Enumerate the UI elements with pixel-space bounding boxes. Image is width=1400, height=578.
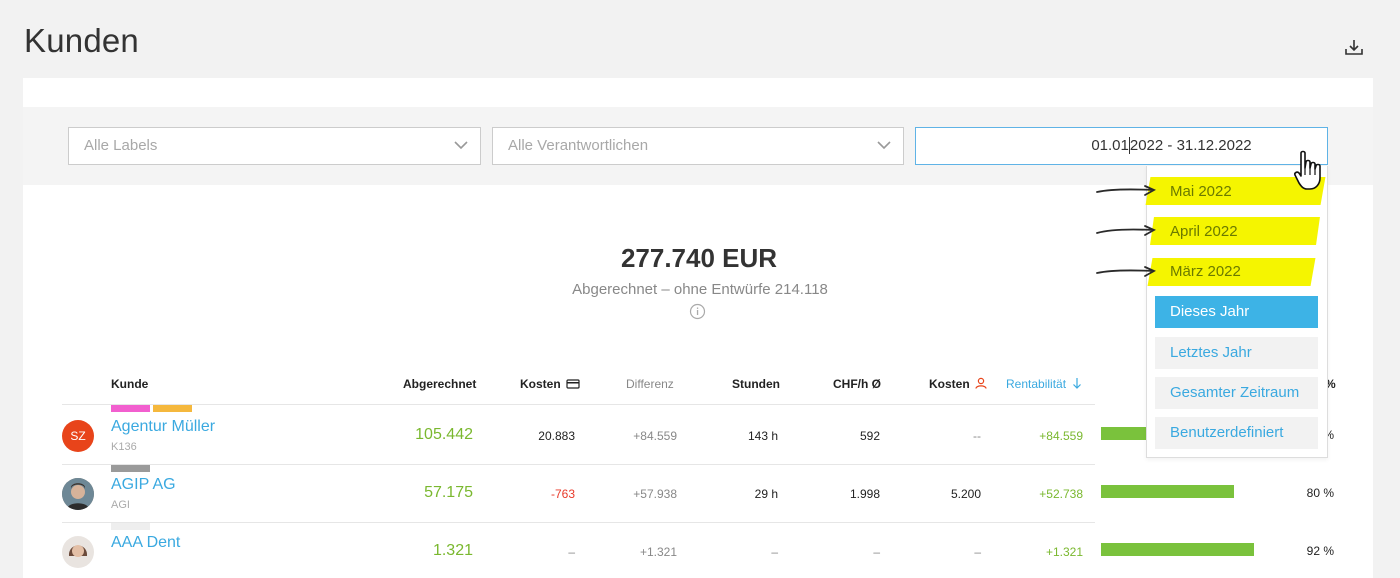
divider xyxy=(62,522,1095,523)
differenz-value: +1.321 xyxy=(639,545,677,559)
pointer-hand-icon xyxy=(1294,150,1321,190)
customer-code: K136 xyxy=(111,441,137,453)
kosten-person-value: 5.200 xyxy=(950,487,981,501)
rentabilitaet-value: +1.321 xyxy=(1045,545,1083,559)
label-tag xyxy=(111,523,150,530)
dropdown-item-benutzerdefiniert[interactable]: Benutzerdefiniert xyxy=(1155,417,1318,449)
kosten-person-value: -- xyxy=(973,429,981,443)
chf-h-value: 1.998 xyxy=(849,487,880,501)
chevron-down-icon xyxy=(877,141,891,150)
card-icon xyxy=(566,379,580,389)
avatar xyxy=(62,536,94,568)
stunden-value: 29 h xyxy=(754,487,778,501)
label-tag xyxy=(111,405,150,412)
date-range-start: 01.01 xyxy=(1091,137,1129,154)
col-header-kosten-label: Kosten xyxy=(520,377,561,391)
abgerechnet-value: 1.321 xyxy=(432,542,473,559)
col-header-chf-h[interactable]: CHF/h Ø xyxy=(833,377,881,391)
rentabilitaet-value: +84.559 xyxy=(1039,429,1083,443)
col-header-differenz[interactable]: Differenz xyxy=(626,377,674,391)
prozent-value: 80 % xyxy=(1306,486,1334,500)
kosten-value: -763 xyxy=(550,487,575,501)
kosten-value: – xyxy=(568,545,575,559)
labels-select-placeholder: Alle Labels xyxy=(84,137,158,154)
customer-code: AGI xyxy=(111,499,130,511)
chf-h-value: – xyxy=(873,545,880,559)
col-header-kosten-person[interactable]: Kosten xyxy=(929,377,987,391)
rentabilitaet-bar xyxy=(1101,543,1254,556)
arrow-annotation-icon xyxy=(1096,185,1156,196)
owner-select-placeholder: Alle Verantwortlichen xyxy=(508,137,649,154)
dropdown-item-maerz-2022[interactable]: März 2022 xyxy=(1155,256,1318,288)
page-title: Kunden xyxy=(24,22,139,59)
person-icon xyxy=(975,377,987,389)
col-header-stunden[interactable]: Stunden xyxy=(732,377,780,391)
date-range-input[interactable]: 01.012022 - 31.12.2022 xyxy=(915,127,1328,165)
sort-down-icon xyxy=(1073,378,1082,389)
col-header-rentabilitaet[interactable]: Rentabilität xyxy=(1006,377,1082,391)
customer-name[interactable]: AAA Dent xyxy=(111,534,180,552)
avatar xyxy=(62,478,94,510)
arrow-annotation-icon xyxy=(1096,266,1156,277)
arrow-annotation-icon xyxy=(1096,225,1156,236)
prozent-value: 92 % xyxy=(1306,544,1334,558)
stunden-value: 143 h xyxy=(747,429,778,443)
chevron-down-icon xyxy=(454,141,468,150)
kosten-value: 20.883 xyxy=(538,429,575,443)
labels-select[interactable]: Alle Labels xyxy=(68,127,481,165)
customer-name[interactable]: AGIP AG xyxy=(111,476,176,494)
col-header-kunde[interactable]: Kunde xyxy=(111,377,148,391)
dropdown-item-gesamter-zeitraum[interactable]: Gesamter Zeitraum xyxy=(1155,377,1318,409)
stunden-value: – xyxy=(771,545,778,559)
dropdown-item-dieses-jahr[interactable]: Dieses Jahr xyxy=(1155,296,1318,328)
label-tag xyxy=(153,405,192,412)
download-icon[interactable] xyxy=(1343,38,1365,58)
kosten-person-value: – xyxy=(974,545,981,559)
abgerechnet-value: 105.442 xyxy=(415,426,473,443)
col-header-abgerechnet[interactable]: Abgerechnet xyxy=(403,377,476,391)
abgerechnet-value: 57.175 xyxy=(424,484,473,501)
differenz-value: +84.559 xyxy=(633,429,677,443)
col-header-kosten[interactable]: Kosten xyxy=(520,377,580,391)
divider xyxy=(62,404,1095,405)
customer-name[interactable]: Agentur Müller xyxy=(111,418,215,436)
col-header-rentabilitaet-label: Rentabilität xyxy=(1006,377,1067,391)
avatar: SZ xyxy=(62,420,94,452)
divider xyxy=(62,464,1095,465)
differenz-value: +57.938 xyxy=(633,487,677,501)
rentabilitaet-bar xyxy=(1101,485,1234,498)
col-header-kosten-person-label: Kosten xyxy=(929,377,970,391)
rentabilitaet-value: +52.738 xyxy=(1039,487,1083,501)
date-range-rest: 2022 - 31.12.2022 xyxy=(1129,137,1252,154)
dropdown-item-april-2022[interactable]: April 2022 xyxy=(1155,216,1318,248)
info-icon[interactable] xyxy=(689,303,706,320)
owner-select[interactable]: Alle Verantwortlichen xyxy=(492,127,904,165)
label-tag xyxy=(111,465,150,472)
chf-h-value: 592 xyxy=(859,429,880,443)
dropdown-item-letztes-jahr[interactable]: Letztes Jahr xyxy=(1155,337,1318,369)
